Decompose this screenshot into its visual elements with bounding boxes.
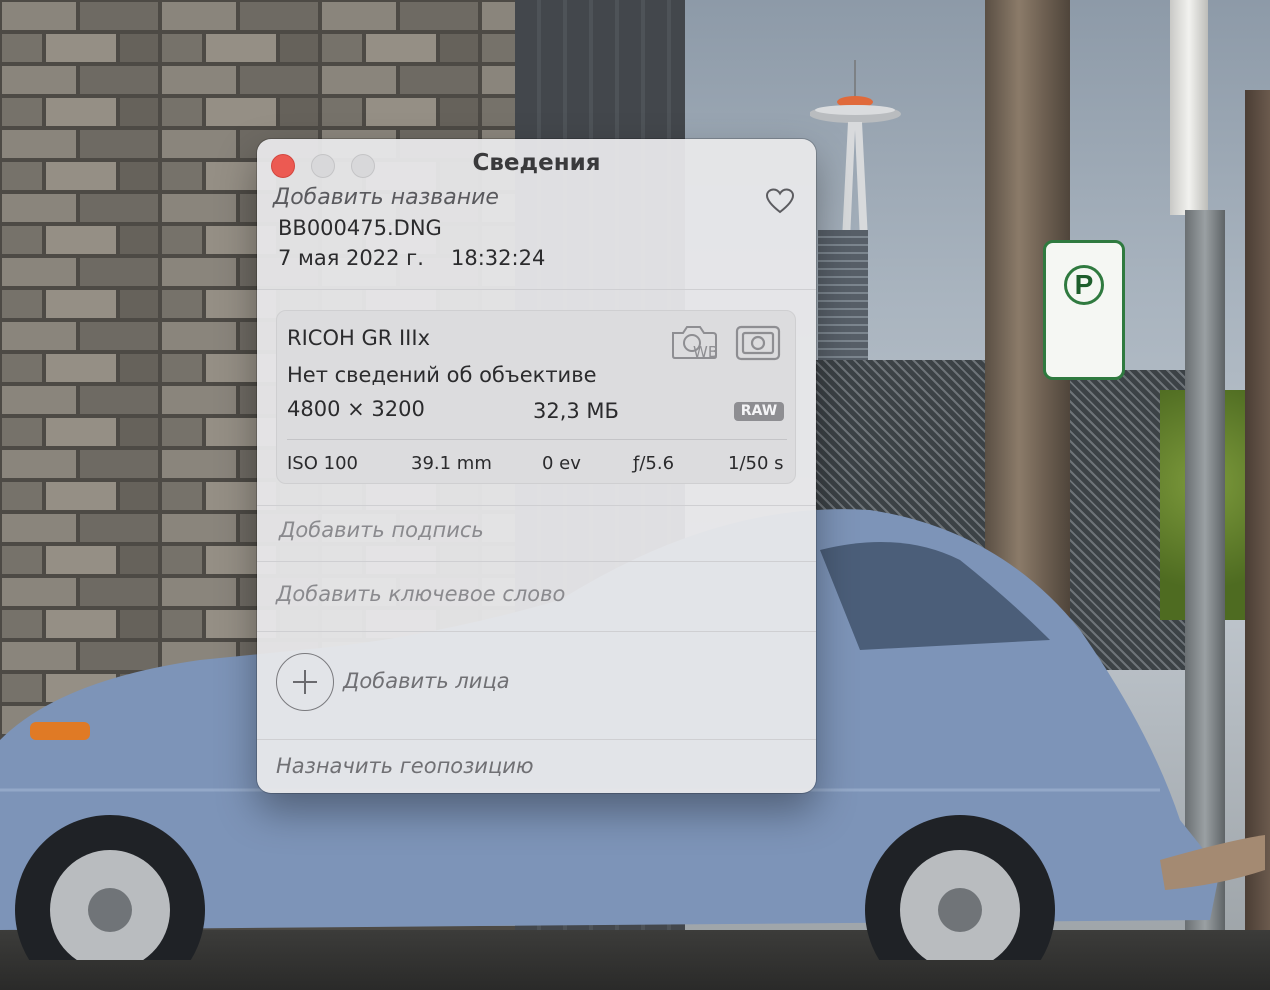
add-title-field[interactable]: Добавить название	[273, 185, 499, 210]
metering-icon	[735, 325, 781, 361]
divider	[257, 739, 816, 740]
heart-icon[interactable]	[765, 186, 795, 216]
divider	[257, 505, 816, 506]
raw-badge: RAW	[734, 402, 784, 421]
add-faces-button[interactable]	[276, 653, 334, 711]
location-field[interactable]: Назначить геопозицию	[276, 754, 534, 778]
office-tower	[818, 230, 868, 370]
file-name: BB000475.DNG	[278, 216, 442, 240]
lens-info: Нет сведений об объективе	[287, 363, 597, 387]
parking-sign: P	[1043, 240, 1125, 380]
caption-field[interactable]: Добавить подпись	[279, 518, 484, 542]
space-needle	[810, 60, 901, 240]
exif-shutter: 1/50 s	[728, 453, 784, 474]
white-balance-icon: WB	[672, 326, 718, 361]
divider	[257, 289, 816, 290]
exif-aperture: ƒ/5.6	[633, 453, 675, 474]
capture-date: 7 мая 2022 г.	[278, 246, 424, 270]
file-size: 32,3 МБ	[533, 399, 619, 423]
divider	[257, 561, 816, 562]
exif-exposure-bias: 0 ev	[542, 453, 581, 474]
capture-time: 18:32:24	[451, 246, 546, 270]
keyword-field[interactable]: Добавить ключевое слово	[276, 582, 565, 606]
camera-model: RICOH GR IIIx	[287, 326, 430, 350]
divider	[257, 631, 816, 632]
camera-info-card: RICOH GR IIIx WB Нет сведений об объекти…	[276, 310, 796, 484]
add-faces-label[interactable]: Добавить лица	[343, 669, 510, 693]
info-panel: Сведения Добавить название BB000475.DNG …	[257, 139, 816, 793]
svg-text:WB: WB	[693, 343, 718, 361]
card-divider	[287, 439, 787, 440]
exif-iso: ISO 100	[287, 453, 358, 474]
exif-focal-length: 39.1 mm	[411, 453, 492, 474]
parking-p-glyph: P	[1064, 265, 1104, 305]
window-title: Сведения	[472, 150, 601, 176]
white-pole	[1170, 0, 1208, 215]
image-dimensions: 4800 × 3200	[287, 397, 425, 421]
